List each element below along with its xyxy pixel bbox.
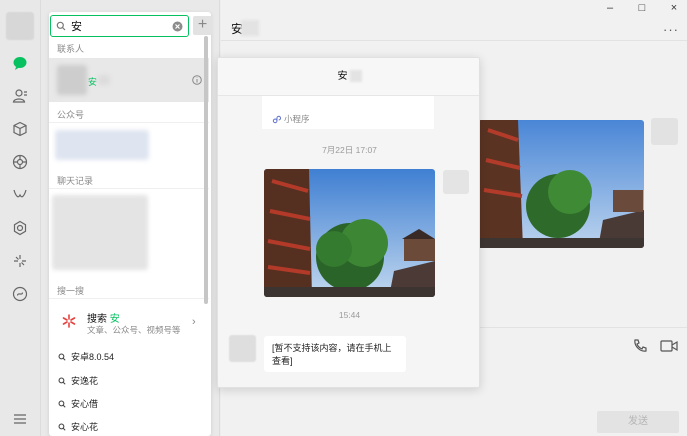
divider [49,122,209,123]
contact-avatar [57,65,87,95]
search-icon [58,400,66,408]
maximize-button[interactable]: □ [635,1,649,15]
collections-icon[interactable] [11,120,29,138]
contacts-icon[interactable] [11,87,29,105]
search-query: 安 [71,21,82,33]
contact-avatar[interactable] [229,335,256,362]
moments-icon[interactable] [11,153,29,171]
section-title-chat-records: 聊天记录 [57,176,94,186]
sou-yi-sou-icon [62,314,76,328]
section-title-contacts: 联系人 [57,44,85,54]
divider [49,188,209,189]
self-avatar [651,118,678,145]
search-icon [58,423,66,431]
sou-description: 文章、公众号、视频号等 [87,325,181,335]
suggestion-item[interactable]: 安卓8.0.54 [58,350,114,363]
search-icon [58,353,66,361]
info-icon[interactable] [192,75,202,85]
scrollbar[interactable] [204,36,208,304]
contact-name-redacted [98,75,110,85]
chat-header-divider [221,40,687,41]
phone-icon[interactable] [632,338,648,354]
search-icon [56,21,66,31]
suggestion-item[interactable]: 安心借 [58,397,98,410]
section-title-official-accounts: 公众号 [57,110,85,120]
floating-window-title[interactable]: 安 [218,58,479,96]
chat-icon[interactable] [11,54,29,72]
clear-icon[interactable] [172,21,183,32]
left-nav [0,0,41,436]
user-avatar[interactable] [6,12,34,40]
search-icon [58,377,66,385]
unsupported-message-bubble: [暂不支持该内容，请在手机上查看] [264,336,406,372]
contact-result[interactable]: 安 [49,58,209,102]
add-button[interactable]: + [193,16,212,35]
mini-program-card-icon [272,115,281,123]
suggestion-item[interactable]: 安逸花 [58,374,98,387]
self-avatar [443,170,469,194]
section-title-sou-yi-sou: 搜一搜 [57,286,85,296]
send-button[interactable]: 发送 [597,411,679,433]
chevron-right-icon: › [192,316,196,328]
mini-program-text: 小程序 [284,114,310,124]
search-input[interactable]: 安 [50,15,189,37]
mini-program-label: 小程序 [272,113,310,125]
mini-program-list-icon[interactable] [11,285,29,303]
chat-image-message[interactable] [478,120,644,248]
close-button[interactable]: × [667,1,681,15]
timestamp: 15:44 [338,310,361,320]
sou-title: 搜索 安 [87,310,120,325]
chat-image-message[interactable] [264,169,435,297]
mini-program-icon[interactable] [11,252,29,270]
divider [49,298,209,299]
menu-icon[interactable] [11,410,29,428]
chat-title-redacted [241,20,259,36]
timestamp: 7月22日 17:07 [322,145,377,155]
minimize-button[interactable]: – [603,1,617,15]
channels-icon[interactable] [11,186,29,204]
sou-yi-sou-result[interactable]: 搜索 安 文章、公众号、视频号等 › [49,300,209,344]
search-nav-icon[interactable] [11,219,29,237]
floating-title-redacted [349,70,362,83]
contact-name: 安 [88,77,98,87]
suggestion-text: 安心花 [71,422,99,432]
floating-chat-window: 安 小程序 7月22日 17:07 15:44 [暂不支持该内容，请在手机上查看… [217,57,480,388]
chat-records-result-redacted[interactable] [52,195,148,270]
mini-program-card[interactable]: 小程序 [262,96,434,129]
official-account-result-redacted[interactable] [55,130,149,160]
suggestion-text: 安逸花 [71,376,99,386]
suggestion-item[interactable]: 安心花 [58,420,98,433]
video-call-icon[interactable] [660,338,678,354]
suggestion-text: 安心借 [71,399,99,409]
floating-window-title-text: 安 [337,71,348,82]
more-options-button[interactable]: ··· [663,22,679,37]
suggestion-text: 安卓8.0.54 [71,352,115,362]
